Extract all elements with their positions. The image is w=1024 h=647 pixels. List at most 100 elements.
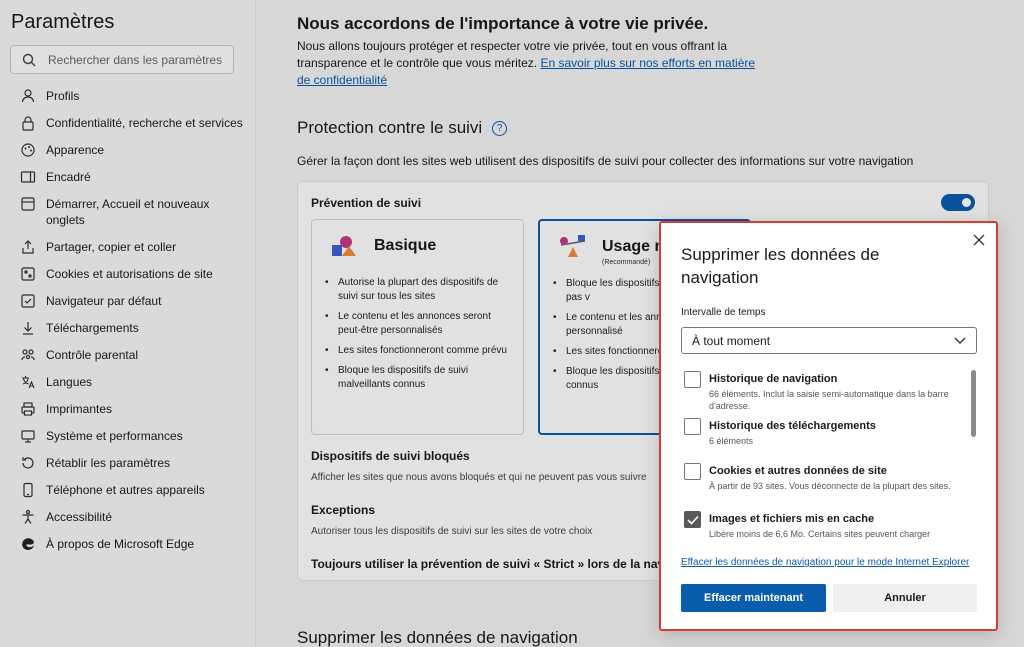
sidebar-item-accessibility[interactable]: Accessibilité bbox=[0, 505, 256, 532]
option-balanced-title: Usage n bbox=[602, 238, 665, 255]
sidebar-item-start-home[interactable]: Démarrer, Accueil et nouveaux onglets bbox=[0, 192, 256, 235]
sidebar-item-label: Contrôle parental bbox=[46, 348, 139, 362]
bullet-item: Bloque les dispositifs de suivi malveill… bbox=[325, 364, 515, 392]
tracking-prevention-label: Prévention de suivi bbox=[311, 196, 422, 210]
tracking-description: Gérer la façon dont les sites web utilis… bbox=[297, 154, 914, 168]
sidebar-item-parental[interactable]: Contrôle parental bbox=[0, 343, 256, 370]
tracking-protection-heading: Protection contre le suivi ? bbox=[297, 118, 508, 138]
cancel-button[interactable]: Annuler bbox=[833, 584, 977, 612]
browser-icon bbox=[21, 294, 35, 308]
search-icon bbox=[22, 53, 36, 66]
time-range-label: Intervalle de temps bbox=[681, 307, 766, 318]
privacy-title: Nous accordons de l'importance à votre v… bbox=[297, 14, 709, 33]
sidebar-item-privacy[interactable]: Confidentialité, recherche et services bbox=[0, 111, 256, 138]
search-input[interactable]: Rechercher dans les paramètres bbox=[10, 45, 234, 74]
sidebar-item-label: Téléchargements bbox=[46, 321, 139, 335]
cookie-icon bbox=[21, 267, 35, 281]
share-icon bbox=[22, 240, 34, 254]
system-icon bbox=[21, 430, 35, 443]
sidebar-item-system[interactable]: Système et performances bbox=[0, 424, 256, 451]
option-basic-title: Basique bbox=[374, 237, 437, 254]
exceptions-title[interactable]: Exceptions bbox=[311, 503, 375, 517]
time-range-select[interactable]: À tout moment bbox=[681, 327, 977, 354]
profile-icon bbox=[21, 89, 35, 103]
reset-icon bbox=[22, 457, 34, 469]
sidebar-item-label: Profils bbox=[46, 89, 80, 103]
sidebar-item-label: Apparence bbox=[46, 143, 105, 157]
settings-sidebar: Paramètres Rechercher dans les paramètre… bbox=[0, 0, 256, 647]
accessibility-icon bbox=[22, 509, 34, 524]
sidebar-title: Paramètres bbox=[11, 11, 115, 33]
home-icon bbox=[21, 197, 35, 211]
option-title: Historique des téléchargements bbox=[709, 420, 876, 432]
tracking-title-text: Protection contre le suivi bbox=[297, 118, 483, 137]
clear-now-button[interactable]: Effacer maintenant bbox=[681, 584, 826, 612]
sidebar-item-share[interactable]: Partager, copier et coller bbox=[0, 235, 256, 262]
blocked-trackers-title[interactable]: Dispositifs de suivi bloqués bbox=[311, 449, 470, 463]
recommended-label: (Recommandé) bbox=[602, 259, 651, 266]
sidebar-item-profiles[interactable]: Profils bbox=[0, 84, 256, 111]
option-title: Cookies et autres données de site bbox=[709, 465, 887, 477]
checkbox[interactable] bbox=[684, 463, 701, 480]
lock-icon bbox=[22, 116, 34, 131]
language-icon bbox=[22, 376, 35, 389]
sidebar-item-default-browser[interactable]: Navigateur par défaut bbox=[0, 289, 256, 316]
sidebar-item-sidebar[interactable]: Encadré bbox=[0, 165, 256, 192]
option-browsing-history[interactable]: Historique de navigation 66 éléments. In… bbox=[681, 369, 961, 412]
option-cached-images[interactable]: Images et fichiers mis en cache Libère m… bbox=[681, 509, 961, 539]
sidebar-item-label: Système et performances bbox=[46, 429, 183, 443]
sidebar-item-printers[interactable]: Imprimantes bbox=[0, 397, 256, 424]
checkbox-checked[interactable] bbox=[684, 511, 701, 528]
appearance-icon bbox=[21, 143, 35, 157]
sidebar-item-about[interactable]: À propos de Microsoft Edge bbox=[0, 532, 256, 559]
scrollbar-thumb[interactable] bbox=[971, 370, 976, 437]
ie-mode-clear-link[interactable]: Effacer les données de navigation pour l… bbox=[681, 555, 971, 570]
sidebar-item-label: Langues bbox=[46, 375, 93, 389]
option-basic[interactable]: Basique Autorise la plupart des disposit… bbox=[311, 219, 524, 435]
dialog-title: Supprimer les données de navigation bbox=[681, 245, 880, 287]
phone-icon bbox=[23, 482, 33, 498]
sidebar-item-label: Confidentialité, recherche et services bbox=[46, 116, 243, 130]
sidebar-item-reset[interactable]: Rétablir les paramètres bbox=[0, 451, 256, 478]
help-icon[interactable]: ? bbox=[492, 120, 508, 136]
option-download-history[interactable]: Historique des téléchargements 6 élément… bbox=[681, 416, 961, 447]
privacy-description: Nous allons toujours protéger et respect… bbox=[297, 38, 757, 89]
sidebar-item-label: À propos de Microsoft Edge bbox=[46, 537, 195, 551]
sidebar-item-label: Partager, copier et coller bbox=[46, 240, 177, 254]
bullet-item: Autorise la plupart des dispositifs de s… bbox=[325, 276, 515, 304]
option-header: Basique bbox=[330, 234, 436, 258]
family-icon bbox=[21, 349, 35, 361]
blocked-trackers-desc: Afficher les sites que nous avons bloqué… bbox=[311, 472, 647, 483]
sidebar-item-label: Encadré bbox=[46, 170, 91, 184]
checkbox[interactable] bbox=[684, 418, 701, 435]
clear-data-section-title: Supprimer les données de navigation bbox=[297, 628, 578, 647]
printer-icon bbox=[21, 402, 35, 416]
tracking-prevention-toggle[interactable] bbox=[941, 194, 975, 211]
bullet-item: Le contenu et les annonces seront peut-ê… bbox=[325, 310, 515, 338]
option-cookies[interactable]: Cookies et autres données de site À part… bbox=[681, 461, 961, 492]
sidebar-item-cookies[interactable]: Cookies et autorisations de site bbox=[0, 262, 256, 289]
download-icon bbox=[23, 322, 33, 335]
edge-icon bbox=[22, 538, 34, 551]
close-icon[interactable] bbox=[972, 233, 986, 247]
basic-shapes-icon bbox=[332, 236, 356, 256]
sidebar-item-downloads[interactable]: Téléchargements bbox=[0, 316, 256, 343]
option-title: Images et fichiers mis en cache bbox=[709, 513, 875, 525]
checkbox[interactable] bbox=[684, 371, 701, 388]
sidebar-item-phone[interactable]: Téléphone et autres appareils bbox=[0, 478, 256, 505]
time-range-value: À tout moment bbox=[692, 333, 771, 348]
strict-inprivate-option: Toujours utiliser la prévention de suivi… bbox=[311, 557, 686, 571]
search-placeholder: Rechercher dans les paramètres bbox=[48, 52, 223, 67]
sidebar-item-appearance[interactable]: Apparence bbox=[0, 138, 256, 165]
sidebar-item-label: Rétablir les paramètres bbox=[46, 456, 171, 470]
sidebar-item-label: Accessibilité bbox=[46, 510, 113, 524]
sidebar-item-label: Démarrer, Accueil et nouveaux onglets bbox=[46, 197, 210, 227]
check-icon bbox=[687, 515, 699, 525]
sidebar-icon bbox=[20, 171, 36, 183]
option-desc: 66 éléments. Inclut la saisie semi-autom… bbox=[709, 389, 949, 411]
sidebar-item-languages[interactable]: Langues bbox=[0, 370, 256, 397]
option-desc: Libère moins de 6,6 Mo. Certains sites p… bbox=[709, 529, 931, 539]
balanced-scale-icon bbox=[560, 235, 586, 257]
option-desc: 6 éléments bbox=[709, 436, 754, 446]
chevron-down-icon bbox=[954, 337, 966, 344]
